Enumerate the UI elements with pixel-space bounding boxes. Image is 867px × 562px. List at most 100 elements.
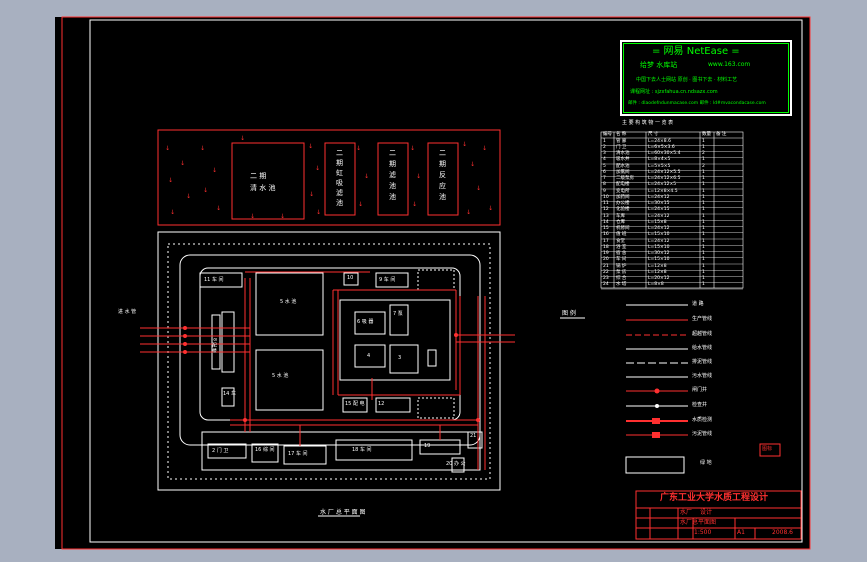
netease-subtitle-a: 给梦 水库站: [640, 61, 678, 69]
svg-text:↓: ↓: [180, 160, 185, 167]
bldg-17: 17 车 间: [288, 451, 308, 457]
table-cell: 配电楼: [616, 182, 630, 188]
table-cell: 1: [702, 169, 705, 175]
bldg-3: 3: [398, 355, 402, 361]
bldg-15: 15 配 电: [345, 401, 365, 407]
table-header-cell: 数量: [702, 132, 711, 137]
table-cell: 食堂: [616, 238, 625, 244]
bldg-9: 9 车 间: [379, 277, 396, 283]
table-cell: 办公楼: [616, 201, 630, 206]
table-cell: 18: [603, 244, 609, 250]
table-cell: 仓库: [616, 219, 625, 225]
table-cell: 综 合: [616, 276, 627, 281]
table-cell: 浴 室: [616, 244, 627, 250]
netease-title: = 网易 NetEase =: [652, 46, 740, 57]
legend-item: 给水管线: [692, 345, 713, 351]
pool-filter: 二 期 滤 池 池: [389, 149, 396, 201]
legend-item: 检查井: [692, 402, 708, 408]
table-header-cell: 编号: [603, 132, 612, 137]
table-cell: 吸水井: [616, 157, 630, 163]
table-cell: 6: [603, 169, 606, 175]
pool-siphon: 二 期 虹 吸 滤 池: [336, 149, 343, 207]
table-cell: 20: [603, 257, 609, 263]
table-cell: 配水池: [616, 163, 630, 169]
table-cell: 1: [702, 263, 705, 269]
table-cell: 21: [603, 263, 609, 269]
svg-text:↓: ↓: [309, 191, 314, 198]
svg-text:↓: ↓: [466, 209, 471, 216]
table-cell: L=24×8.6: [648, 138, 671, 144]
legend-item: 绿 地: [700, 460, 712, 466]
table-header-cell: 备 注: [716, 132, 727, 137]
bldg-20: 20 办 公: [446, 461, 466, 467]
svg-text:↓: ↓: [212, 167, 217, 174]
svg-text:↓: ↓: [240, 135, 245, 142]
table-cell: L=60×30×5.4: [648, 151, 681, 156]
table-cell: L=30×12: [648, 251, 670, 256]
table-cell: 9: [603, 188, 606, 194]
svg-text:↓: ↓: [488, 205, 493, 212]
table-cell: 17: [603, 238, 609, 244]
netease-line5: 邮件 : dlaodefndunmacase.com 邮件 : ld#mvaco…: [628, 101, 766, 106]
svg-text:↓: ↓: [216, 205, 221, 212]
svg-text:↓: ↓: [203, 187, 208, 194]
table-cell: 1: [702, 213, 705, 219]
table-header-cell: 名 称: [616, 132, 627, 137]
svg-text:↓: ↓: [470, 161, 475, 168]
table-cell: L=5×5×5: [648, 163, 671, 169]
table-cell: 值 班: [616, 232, 627, 238]
pool-reaction: 二 期 反 应 池: [439, 149, 446, 201]
table-cell: L=24×12: [648, 194, 670, 200]
table-cell: 2: [603, 144, 606, 150]
table-cell: L=20×12: [648, 276, 670, 281]
table-cell: 3: [603, 151, 606, 156]
table-cell: 1: [702, 176, 705, 181]
bldg-4: 4: [367, 353, 371, 359]
table-cell: L=15×10: [648, 244, 670, 250]
svg-text:↓: ↓: [356, 145, 361, 152]
legend-item: 水质检测: [692, 417, 713, 423]
table-cell: 机修间: [616, 226, 630, 231]
table-cell: L=15×10: [648, 232, 670, 238]
svg-text:↓: ↓: [200, 145, 205, 152]
titleblock-r2b: 设计: [700, 509, 713, 516]
table-cell: 加氯间: [616, 169, 630, 175]
bldg-21: 21: [470, 433, 477, 439]
table-cell: 管 廊: [616, 138, 627, 144]
inlet-label: 进 水 管: [118, 309, 137, 315]
table-cell: 变电所: [616, 188, 630, 194]
bldg-12: 12: [378, 401, 385, 407]
svg-text:↓: ↓: [358, 201, 363, 208]
table-cell: 5: [603, 163, 606, 169]
bldg-6: 6 吸 器: [357, 319, 374, 325]
table-header-cell: 尺 寸: [648, 132, 659, 137]
table-cell: 1: [702, 232, 705, 238]
table-cell: L=12×8×4.5: [648, 188, 678, 194]
netease-banner[interactable]: = 网易 NetEase = 给梦 水库站 www.163.com 中国下去人士…: [620, 40, 792, 116]
bldg-2: 2 门 卫: [212, 448, 229, 454]
table-cell: 1: [702, 269, 705, 275]
table-cell: 1: [702, 207, 705, 213]
legend-item: 生产管线: [692, 316, 713, 322]
table-cell: 24: [603, 282, 609, 288]
table-cell: 23: [603, 276, 609, 281]
table-cell: L=15×10: [648, 257, 670, 263]
svg-text:↓: ↓: [316, 209, 321, 216]
table-cell: 泵 房: [616, 269, 627, 275]
svg-text:↓: ↓: [476, 185, 481, 192]
table-cell: 加药间: [616, 194, 630, 200]
table-cell: L=24×12: [648, 213, 670, 219]
cad-viewport[interactable]: ↓ ↓ ↓ ↓ ↓ ↓ ↓ ↓ ↓ ↓ ↓ ↓ ↓ ↓ ↓ ↓ ↓ ↓ ↓ ↓ ↓ ↓ ↓ ↓ ↓ ↓ ↓ ↓: [0, 0, 867, 562]
titleblock-sheet: A1: [737, 529, 745, 536]
tank-b: 5 水 池: [272, 373, 289, 379]
titleblock-date: 2008.6: [772, 529, 793, 536]
bldg-7: 7 泵: [393, 311, 403, 317]
table-cell: 清水池: [616, 151, 630, 156]
table-cell: 水 塔: [616, 282, 627, 288]
titleblock-scale: 1:500: [694, 529, 712, 536]
table-cell: 1: [702, 201, 705, 206]
pool-clearwater: 二 期 清 水 池: [250, 172, 276, 192]
table-cell: 1: [702, 251, 705, 256]
bldg-19: 19: [424, 443, 431, 449]
netease-line4: 课程网址 : sjzxfahua.cn.ndsazx.com: [630, 89, 718, 95]
